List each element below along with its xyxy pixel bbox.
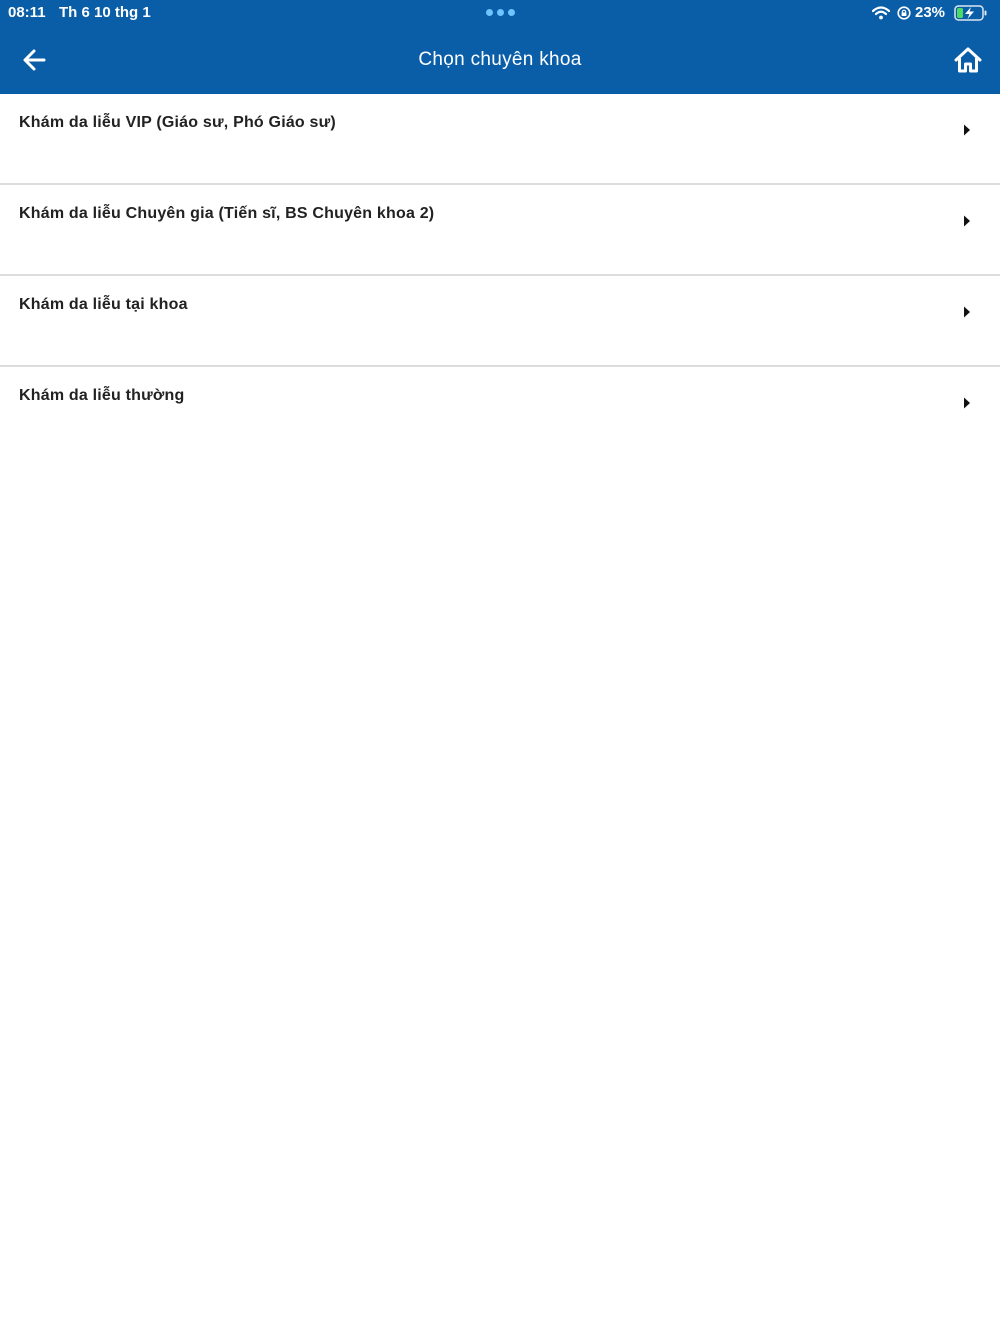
status-bar: 08:11 Th 6 10 thg 1 23% [0, 0, 1000, 26]
navigation-bar: Chọn chuyên khoa [0, 30, 1000, 90]
battery-charging-icon [954, 5, 987, 21]
page-title: Chọn chuyên khoa [418, 49, 582, 70]
specialty-label: Khám da liễu Chuyên gia (Tiến sĩ, BS Chu… [19, 205, 435, 222]
specialty-item-expert[interactable]: Khám da liễu Chuyên gia (Tiến sĩ, BS Chu… [0, 185, 1000, 276]
specialty-label: Khám da liễu VIP (Giáo sư, Phó Giáo sư) [19, 114, 336, 131]
specialty-list: Khám da liễu VIP (Giáo sư, Phó Giáo sư) … [0, 94, 1000, 456]
specialty-item-vip[interactable]: Khám da liễu VIP (Giáo sư, Phó Giáo sư) [0, 94, 1000, 185]
chevron-right-icon [964, 397, 970, 409]
status-date: Th 6 10 thg 1 [59, 4, 151, 21]
multitasking-dots-icon[interactable] [486, 8, 516, 18]
specialty-label: Khám da liễu tại khoa [19, 296, 188, 313]
chevron-right-icon [964, 306, 970, 318]
wifi-icon [872, 6, 890, 20]
chevron-right-icon [964, 124, 970, 136]
battery-percentage: 23% [915, 4, 946, 21]
orientation-lock-icon [897, 6, 911, 20]
home-button[interactable] [952, 45, 984, 75]
home-icon [954, 47, 982, 73]
specialty-item-regular[interactable]: Khám da liễu thường [0, 367, 1000, 456]
specialty-item-department[interactable]: Khám da liễu tại khoa [0, 276, 1000, 367]
app-header: 08:11 Th 6 10 thg 1 23% Chọn chuyên khoa [0, 0, 1000, 94]
status-time: 08:11 [8, 4, 46, 21]
specialty-label: Khám da liễu thường [19, 387, 185, 404]
chevron-right-icon [964, 215, 970, 227]
